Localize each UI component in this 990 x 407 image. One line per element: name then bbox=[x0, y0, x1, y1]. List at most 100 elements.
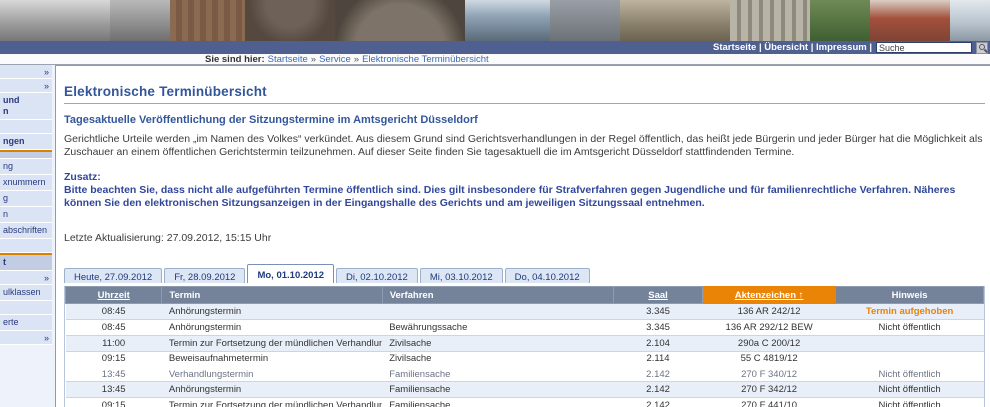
sidebar-item[interactable]: ng bbox=[0, 159, 52, 175]
cell-termin: Termin zur Fortsetzung der mündlichen Ve… bbox=[162, 398, 382, 407]
zusatz-note: Zusatz: Bitte beachten Sie, dass nicht a… bbox=[64, 171, 985, 210]
sidebar-item[interactable]: abschriften bbox=[0, 223, 52, 239]
cell-verfahren: Bewährungssache bbox=[382, 320, 613, 336]
table-row: 11:00Termin zur Fortsetzung der mündlich… bbox=[66, 336, 984, 352]
cell-time: 09:15 bbox=[66, 398, 162, 407]
table-row: 09:15BeweisaufnahmeterminZivilsache2.114… bbox=[66, 352, 984, 368]
cell-saal: 2.104 bbox=[614, 336, 703, 352]
sidebar-navigation: »»und nngenngxnummerngnabschriftent»ulkl… bbox=[0, 65, 56, 407]
cell-aktenzeichen: 270 F 340/12 bbox=[703, 367, 836, 382]
column-header-uhrzeit[interactable]: Uhrzeit bbox=[66, 287, 162, 304]
banner-photo-tile bbox=[465, 0, 550, 41]
banner-photo-tile bbox=[730, 0, 810, 41]
cell-verfahren: Zivilsache bbox=[382, 352, 613, 368]
date-tab-01102012[interactable]: Mo, 01.10.2012 bbox=[247, 264, 334, 283]
zusatz-title: Zusatz: bbox=[64, 171, 101, 183]
table-row: 08:45AnhörungsterminBewährungssache3.345… bbox=[66, 320, 984, 336]
cell-hinweis: Nicht öffentlich bbox=[836, 320, 984, 336]
banner-photo-tile bbox=[950, 0, 990, 41]
banner-photo-tile bbox=[550, 0, 620, 41]
sidebar-item[interactable]: » bbox=[0, 65, 52, 79]
appointments-table-wrapper: UhrzeitTerminVerfahrenSaalAktenzeichen ↑… bbox=[64, 286, 985, 407]
banner-photo-tile bbox=[620, 0, 730, 41]
last-update-text: Letzte Aktualisierung: 27.09.2012, 15:15… bbox=[64, 232, 985, 244]
banner-photo-tile bbox=[810, 0, 870, 41]
breadcrumb-link-service[interactable]: Service bbox=[319, 54, 351, 65]
cell-aktenzeichen: 270 F 342/12 bbox=[703, 382, 836, 398]
sidebar-item[interactable]: » bbox=[0, 331, 52, 345]
breadcrumb-separator: » bbox=[311, 54, 316, 65]
cell-termin: Anhörungstermin bbox=[162, 304, 382, 320]
sidebar-item[interactable]: ngen bbox=[0, 134, 52, 150]
cell-saal: 3.345 bbox=[614, 304, 703, 320]
cell-aktenzeichen: 290a C 200/12 bbox=[703, 336, 836, 352]
cell-hinweis: Termin aufgehoben bbox=[836, 304, 984, 320]
sidebar-item[interactable]: t bbox=[0, 253, 52, 271]
table-row: 13:45VerhandlungsterminFamiliensache2.14… bbox=[66, 367, 984, 382]
hinweis-termin-aufgehoben: Termin aufgehoben bbox=[866, 306, 953, 317]
cell-time: 08:45 bbox=[66, 304, 162, 320]
cell-hinweis bbox=[836, 336, 984, 352]
banner-photo-tile bbox=[335, 0, 465, 41]
search-submit-button[interactable] bbox=[976, 42, 988, 54]
sidebar-item[interactable]: xnummern bbox=[0, 175, 52, 191]
date-tab-04102012[interactable]: Do, 04.10.2012 bbox=[505, 268, 590, 283]
cell-time: 13:45 bbox=[66, 367, 162, 382]
date-tab-27092012[interactable]: Heute, 27.09.2012 bbox=[64, 268, 162, 283]
cell-aktenzeichen: 270 F 441/10 bbox=[703, 398, 836, 407]
date-tabs: Heute, 27.09.2012Fr, 28.09.2012Mo, 01.10… bbox=[64, 264, 985, 283]
cell-saal: 2.142 bbox=[614, 398, 703, 407]
chevron-right-icon: » bbox=[44, 81, 49, 92]
cell-hinweis: Nicht öffentlich bbox=[836, 367, 984, 382]
table-row: 08:45Anhörungstermin3.345136 AR 242/12Te… bbox=[66, 304, 984, 320]
cell-termin: Termin zur Fortsetzung der mündlichen Ve… bbox=[162, 336, 382, 352]
column-header-hinweis: Hinweis bbox=[836, 287, 984, 304]
column-header-verfahren: Verfahren bbox=[382, 287, 613, 304]
top-navigation-bar: Startseite | Übersicht | Impressum | bbox=[0, 41, 990, 54]
cell-time: 08:45 bbox=[66, 320, 162, 336]
table-row: 09:15Termin zur Fortsetzung der mündlich… bbox=[66, 398, 984, 407]
date-tab-28092012[interactable]: Fr, 28.09.2012 bbox=[164, 268, 245, 283]
sidebar-item[interactable] bbox=[0, 239, 52, 253]
search-input[interactable] bbox=[876, 42, 972, 53]
top-nav-links[interactable]: Startseite | Übersicht | Impressum | bbox=[713, 42, 872, 53]
sidebar-item[interactable]: und n bbox=[0, 93, 52, 120]
main-content: Elektronische Terminübersicht Tagesaktue… bbox=[56, 65, 990, 407]
column-header-aktenzeichen[interactable]: Aktenzeichen ↑ bbox=[703, 287, 836, 304]
date-tab-03102012[interactable]: Mi, 03.10.2012 bbox=[420, 268, 503, 283]
chevron-right-icon: » bbox=[44, 333, 49, 344]
banner-photo-tile bbox=[170, 0, 245, 41]
sidebar-item[interactable]: » bbox=[0, 79, 52, 93]
cell-time: 11:00 bbox=[66, 336, 162, 352]
sidebar-item[interactable]: ulklassen bbox=[0, 285, 52, 301]
cell-time: 09:15 bbox=[66, 352, 162, 368]
appointments-table: UhrzeitTerminVerfahrenSaalAktenzeichen ↑… bbox=[65, 286, 984, 407]
sidebar-item[interactable] bbox=[0, 150, 52, 159]
breadcrumb-label: Sie sind hier: bbox=[205, 54, 265, 65]
court-photo-banner bbox=[0, 0, 990, 41]
sidebar-item[interactable] bbox=[0, 120, 52, 134]
column-header-saal[interactable]: Saal bbox=[614, 287, 703, 304]
sidebar-item[interactable]: g bbox=[0, 191, 52, 207]
cell-hinweis: Nicht öffentlich bbox=[836, 398, 984, 407]
magnifier-handle-icon bbox=[984, 48, 988, 52]
cell-verfahren: Zivilsache bbox=[382, 336, 613, 352]
cell-saal: 2.142 bbox=[614, 367, 703, 382]
sidebar-item[interactable]: erte bbox=[0, 315, 52, 331]
sidebar-item[interactable]: n bbox=[0, 207, 52, 223]
breadcrumb-link-startseite[interactable]: Startseite bbox=[268, 54, 308, 65]
zusatz-text: Bitte beachten Sie, dass nicht alle aufg… bbox=[64, 184, 955, 209]
cell-termin: Beweisaufnahmetermin bbox=[162, 352, 382, 368]
date-tab-02102012[interactable]: Di, 02.10.2012 bbox=[336, 268, 418, 283]
cell-aktenzeichen: 136 AR 292/12 BEW bbox=[703, 320, 836, 336]
sidebar-item[interactable] bbox=[0, 301, 52, 315]
chevron-right-icon: » bbox=[44, 273, 49, 284]
sidebar-item[interactable]: » bbox=[0, 271, 52, 285]
chevron-right-icon: » bbox=[44, 67, 49, 78]
cell-saal: 2.142 bbox=[614, 382, 703, 398]
cell-saal: 3.345 bbox=[614, 320, 703, 336]
breadcrumb-link-current[interactable]: Elektronische Terminübersicht bbox=[362, 54, 489, 65]
breadcrumb-separator: » bbox=[354, 54, 359, 65]
cell-hinweis: Nicht öffentlich bbox=[836, 382, 984, 398]
cell-verfahren: Familiensache bbox=[382, 398, 613, 407]
